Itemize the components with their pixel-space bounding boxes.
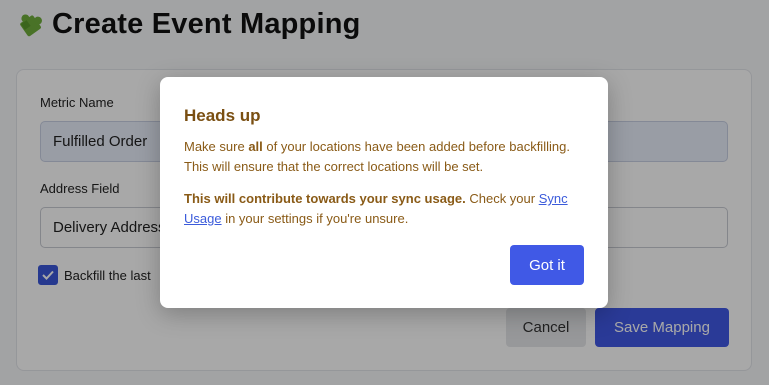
heads-up-modal: Heads up Make sure all of your locations… — [160, 77, 608, 308]
emphasis-all: all — [248, 139, 263, 154]
modal-title: Heads up — [184, 106, 261, 125]
modal-paragraph-locations: Make sure all of your locations have bee… — [184, 139, 570, 174]
got-it-button[interactable]: Got it — [510, 245, 584, 285]
usage-warning: This will contribute towards your sync u… — [184, 191, 466, 206]
modal-paragraph-usage: This will contribute towards your sync u… — [184, 191, 568, 226]
